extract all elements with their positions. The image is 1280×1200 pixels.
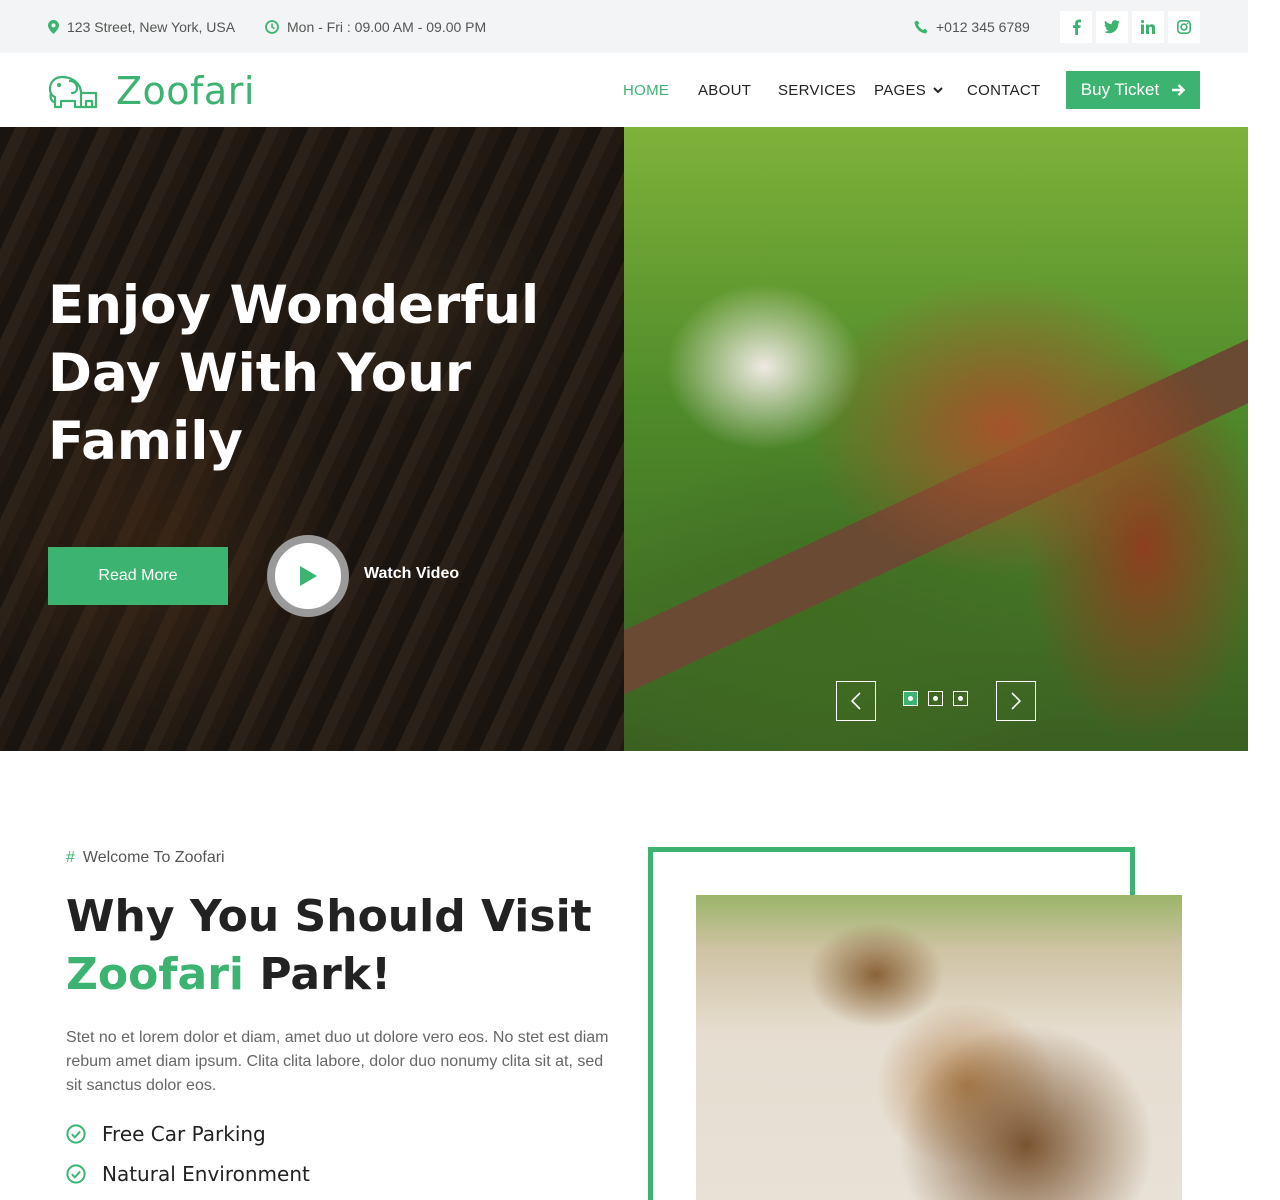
linkedin-icon [1141,20,1155,34]
nav-pages-label: PAGES [874,81,927,99]
twitter-link[interactable] [1096,11,1128,43]
instagram-icon [1177,20,1191,34]
nav-about[interactable]: ABOUT [698,53,751,127]
play-video-button[interactable] [267,535,349,617]
phone-icon [914,20,928,33]
brand-logo[interactable]: Zoofari [48,69,255,113]
nav-home[interactable]: HOME [623,53,669,127]
chevron-down-icon [933,86,943,93]
elephant-logo-icon [48,75,98,109]
watch-video-label[interactable]: Watch Video [364,565,459,583]
feature-label: Natural Environment [102,1162,310,1186]
feature-label: Free Car Parking [102,1122,266,1146]
feature-item: Free Car Parking [66,1122,266,1146]
facebook-icon [1072,19,1081,35]
carousel-dot-2[interactable] [928,691,943,706]
clock-icon [265,19,279,34]
address-text: 123 Street, New York, USA [67,18,236,35]
about-title-accent: Zoofari [66,949,244,1000]
chevron-right-icon [1011,692,1021,710]
arrow-right-icon [1172,84,1186,96]
phone-text: +012 345 6789 [936,18,1030,35]
eyebrow-text: Welcome To Zoofari [82,849,225,866]
about-title-part1: Why You Should Visit [66,891,592,942]
linkedin-link[interactable] [1132,11,1164,43]
feature-item: Natural Environment [66,1162,310,1186]
map-marker-icon [48,19,59,34]
nav-services[interactable]: SERVICES [778,53,856,127]
hero-title: Enjoy Wonderful Day With Your Family [48,275,540,472]
carousel-dot-1[interactable] [903,691,918,706]
chevron-left-icon [851,692,861,710]
check-circle-icon [66,1124,86,1144]
red-panda-image [624,127,1248,751]
twitter-icon [1104,20,1120,34]
brand-name: Zoofari [116,69,255,113]
buy-ticket-button[interactable]: Buy Ticket [1066,71,1200,109]
eyebrow-hash: # [66,849,75,866]
check-circle-icon [66,1164,86,1184]
play-icon [300,566,317,586]
lion-image [696,895,1182,1200]
buy-ticket-label: Buy Ticket [1080,80,1160,99]
section-eyebrow: # Welcome To Zoofari [66,849,225,867]
about-title: Why You Should Visit Zoofari Park! [66,888,626,1004]
top-bar: 123 Street, New York, USA Mon - Fri : 09… [0,0,1248,53]
address-item: 123 Street, New York, USA [48,0,235,53]
phone-item[interactable]: +012 345 6789 [914,0,1030,53]
carousel-dot-3[interactable] [953,691,968,706]
facebook-link[interactable] [1060,11,1092,43]
nav-pages[interactable]: PAGES [874,53,943,127]
read-more-button[interactable]: Read More [48,547,228,605]
nav-contact[interactable]: CONTACT [967,53,1040,127]
carousel-prev-button[interactable] [836,681,876,721]
about-title-part2: Park! [259,949,392,1000]
hours-item: Mon - Fri : 09.00 AM - 09.00 PM [265,0,486,53]
instagram-link[interactable] [1168,11,1200,43]
hours-text: Mon - Fri : 09.00 AM - 09.00 PM [287,18,487,35]
carousel-next-button[interactable] [996,681,1036,721]
navbar: Zoofari HOME ABOUT SERVICES PAGES CONTAC… [0,53,1248,127]
about-text: Stet no et lorem dolor et diam, amet duo… [66,1029,609,1094]
hero-carousel: Enjoy Wonderful Day With Your Family Rea… [0,127,1248,751]
